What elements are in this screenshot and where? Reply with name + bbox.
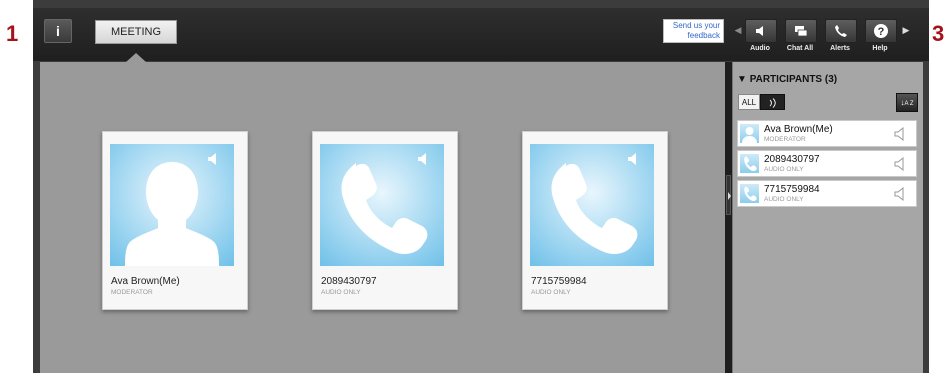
avatar-tile [320, 144, 444, 266]
panel-divider [725, 62, 732, 373]
avatar [740, 154, 759, 173]
info-button[interactable]: i [44, 19, 72, 43]
audio-button[interactable] [745, 19, 777, 43]
collapse-panel-handle[interactable] [726, 175, 731, 215]
sort-button[interactable]: ↓A Z [896, 93, 918, 112]
speaker-icon[interactable] [892, 186, 908, 202]
alerts-label: Alerts [830, 45, 850, 52]
participant-card[interactable]: 7715759984 AUDIO ONLY [522, 131, 668, 310]
participant-row[interactable]: 7715759984 AUDIO ONLY [737, 180, 917, 207]
phone-icon [835, 25, 847, 37]
participant-filter: ALL [738, 94, 785, 110]
participant-card[interactable]: 2089430797 AUDIO ONLY [312, 131, 458, 310]
participant-row-name: 2089430797 [764, 154, 820, 165]
avatar-tile [110, 144, 234, 266]
avatar [740, 124, 759, 143]
phone-icon [744, 156, 757, 172]
avatar-tile [530, 144, 654, 266]
tab-pointer [126, 53, 146, 62]
speaker-icon [628, 153, 636, 165]
help-icon: ? [874, 24, 888, 38]
toolbar-scroll-left[interactable]: ◀ [734, 19, 742, 41]
participant-row-role: AUDIO ONLY [764, 196, 804, 203]
collapse-arrow-icon: ▼ [737, 74, 750, 85]
tab-meeting[interactable]: MEETING [95, 20, 177, 44]
chat-all-button[interactable] [785, 19, 817, 43]
speaker-icon [418, 153, 426, 165]
marker-3: 3 [932, 21, 945, 46]
marker-1: 1 [6, 21, 19, 46]
audio-label: Audio [750, 45, 770, 52]
participant-role: MODERATOR [111, 289, 153, 296]
phone-icon [744, 186, 757, 202]
participant-name: 7715759984 [531, 276, 587, 287]
participant-row[interactable]: 2089430797 AUDIO ONLY [737, 150, 917, 177]
alerts-button[interactable] [825, 19, 857, 43]
toolbar: ◀ ? ▶ Audio Chat All Alerts Help [734, 17, 929, 61]
sort-label: A Z [904, 101, 914, 107]
help-label: Help [872, 45, 888, 52]
participant-name: Ava Brown(Me) [111, 276, 180, 287]
speaker-icon[interactable] [892, 126, 908, 142]
feedback-link[interactable]: Send us your feedback [663, 19, 724, 43]
speaker-icon [756, 26, 763, 36]
chat-icon [795, 26, 808, 37]
svg-text:?: ? [878, 26, 885, 38]
participant-card[interactable]: Ava Brown(Me) MODERATOR [102, 131, 248, 310]
participant-row-name: 7715759984 [764, 184, 820, 195]
chat-all-label: Chat All [786, 45, 814, 52]
participant-row[interactable]: Ava Brown(Me) MODERATOR [737, 120, 917, 147]
speaker-icon [208, 153, 216, 165]
participant-role: AUDIO ONLY [321, 289, 361, 296]
participant-row-role: MODERATOR [764, 136, 806, 143]
avatar [740, 184, 759, 203]
participant-role: AUDIO ONLY [531, 289, 571, 296]
participant-name: 2089430797 [321, 276, 377, 287]
audio-waves-icon [769, 98, 776, 108]
filter-audio-button[interactable] [760, 94, 785, 110]
help-button[interactable]: ? [865, 19, 897, 43]
participant-row-name: Ava Brown(Me) [764, 124, 833, 135]
participants-header[interactable]: ▼ PARTICIPANTS (3) [737, 74, 837, 85]
participants-title: PARTICIPANTS (3) [749, 74, 838, 85]
filter-all-button[interactable]: ALL [738, 94, 760, 110]
speaker-icon[interactable] [892, 156, 908, 172]
participant-row-role: AUDIO ONLY [764, 166, 804, 173]
person-icon [742, 127, 757, 143]
toolbar-scroll-right[interactable]: ▶ [902, 19, 910, 41]
